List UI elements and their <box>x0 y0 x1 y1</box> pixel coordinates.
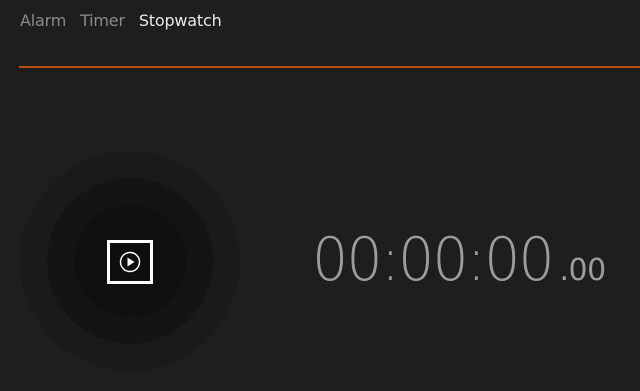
play-icon <box>119 251 141 273</box>
tab-stopwatch[interactable]: Stopwatch <box>139 10 222 32</box>
elapsed-time-fraction: .00 <box>559 253 606 288</box>
stopwatch-app: Alarm Timer Stopwatch 00:00:00 .00 <box>0 0 640 391</box>
tab-timer[interactable]: Timer <box>80 10 125 32</box>
tab-bar: Alarm Timer Stopwatch <box>20 10 222 32</box>
elapsed-time-main: 00:00:00 <box>312 225 555 295</box>
tab-underline-divider <box>19 66 640 68</box>
start-button[interactable] <box>107 240 153 284</box>
elapsed-time-display: 00:00:00 .00 <box>312 220 606 300</box>
tab-alarm[interactable]: Alarm <box>20 10 66 32</box>
